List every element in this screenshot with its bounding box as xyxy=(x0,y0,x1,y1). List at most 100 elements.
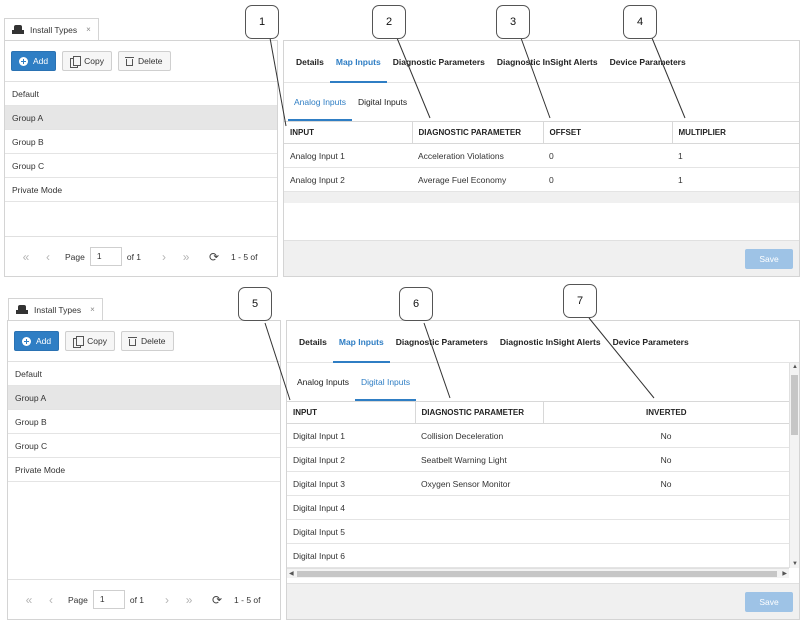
digital-inputs-grid: INPUT DIAGNOSTIC PARAMETER INVERTED Digi… xyxy=(287,401,789,568)
table-row[interactable]: Digital Input 5 xyxy=(287,519,789,544)
cell-multiplier[interactable]: 1 xyxy=(672,167,799,192)
page-input[interactable]: 1 xyxy=(89,247,122,266)
tab-diagnostic-parameters[interactable]: Diagnostic Parameters xyxy=(390,321,494,363)
chevron-right-icon[interactable]: › xyxy=(153,250,175,264)
list-item-default[interactable]: Default xyxy=(5,82,277,106)
list-item-group-a[interactable]: Group A xyxy=(5,106,277,130)
cell-input: Digital Input 1 xyxy=(287,423,415,448)
table-row[interactable]: Digital Input 4 xyxy=(287,495,789,520)
copy-button[interactable]: Copy xyxy=(62,51,112,71)
column-header-offset[interactable]: OFFSET xyxy=(543,121,673,144)
close-icon[interactable]: × xyxy=(86,25,91,34)
cell-diagnostic-parameter[interactable]: Seatbelt Warning Light xyxy=(415,447,543,472)
column-header-input[interactable]: INPUT xyxy=(287,401,416,424)
cell-diagnostic-parameter[interactable] xyxy=(415,519,543,544)
cell-diagnostic-parameter[interactable] xyxy=(415,543,543,568)
column-header-diagnostic-parameter[interactable]: DIAGNOSTIC PARAMETER xyxy=(412,121,544,144)
tab-details[interactable]: Details xyxy=(293,321,333,363)
horizontal-scrollbar[interactable]: ◀ ▶ xyxy=(287,568,789,578)
tab-diagnostic-insight-alerts[interactable]: Diagnostic InSight Alerts xyxy=(491,41,604,83)
detail-tabs: Details Map Inputs Diagnostic Parameters… xyxy=(284,41,799,83)
double-chevron-left-icon[interactable]: « xyxy=(15,250,37,264)
list-item-private-mode[interactable]: Private Mode xyxy=(5,178,277,202)
cell-diagnostic-parameter[interactable]: Collision Deceleration xyxy=(415,423,543,448)
cell-multiplier[interactable]: 1 xyxy=(672,143,799,168)
tab-device-parameters[interactable]: Device Parameters xyxy=(604,41,692,83)
subtab-digital-inputs[interactable]: Digital Inputs xyxy=(354,363,417,401)
list-item-group-c[interactable]: Group C xyxy=(5,154,277,178)
cell-inverted[interactable]: No xyxy=(543,471,789,496)
table-row[interactable]: Analog Input 1 Acceleration Violations 0… xyxy=(284,143,799,168)
list-item-default[interactable]: Default xyxy=(8,362,280,386)
cell-inverted[interactable]: No xyxy=(543,423,789,448)
delete-button[interactable]: Delete xyxy=(120,331,174,351)
table-row[interactable]: Digital Input 6 xyxy=(287,543,789,568)
cell-diagnostic-parameter[interactable]: Acceleration Violations xyxy=(412,143,543,168)
cell-diagnostic-parameter[interactable]: Oxygen Sensor Monitor xyxy=(415,471,543,496)
chevron-right-icon[interactable]: › xyxy=(156,593,178,607)
cell-offset[interactable]: 0 xyxy=(543,167,672,192)
detail-tabs: Details Map Inputs Diagnostic Parameters… xyxy=(287,321,799,363)
refresh-icon[interactable]: ⟳ xyxy=(206,593,228,607)
refresh-icon[interactable]: ⟳ xyxy=(203,250,225,264)
scroll-up-icon[interactable]: ▲ xyxy=(792,364,798,370)
chevron-left-icon[interactable]: ‹ xyxy=(37,250,59,264)
scrollbar-thumb[interactable] xyxy=(791,375,798,435)
tab-map-inputs[interactable]: Map Inputs xyxy=(329,41,387,83)
table-row[interactable]: Digital Input 3 Oxygen Sensor Monitor No xyxy=(287,471,789,496)
double-chevron-right-icon[interactable]: » xyxy=(178,593,200,607)
column-header-inverted[interactable]: INVERTED xyxy=(543,401,789,424)
delete-button[interactable]: Delete xyxy=(117,51,171,71)
cell-diagnostic-parameter[interactable]: Average Fuel Economy xyxy=(412,167,543,192)
list-item-private-mode[interactable]: Private Mode xyxy=(8,458,280,482)
detail-footer: Save xyxy=(284,240,799,276)
install-types-tab[interactable]: Install Types × xyxy=(8,298,103,320)
scrollbar-thumb[interactable] xyxy=(297,571,777,577)
subtab-analog-inputs[interactable]: Analog Inputs xyxy=(291,363,355,401)
double-chevron-left-icon[interactable]: « xyxy=(18,593,40,607)
callout-2: 2 xyxy=(372,5,406,39)
list-item-group-a[interactable]: Group A xyxy=(8,386,280,410)
add-button[interactable]: Add xyxy=(11,51,57,71)
subtab-analog-inputs[interactable]: Analog Inputs xyxy=(288,83,352,121)
add-button[interactable]: Add xyxy=(14,331,60,351)
cell-diagnostic-parameter[interactable] xyxy=(415,495,543,520)
copy-label: Copy xyxy=(84,56,104,66)
cell-inverted[interactable] xyxy=(543,519,789,544)
save-button[interactable]: Save xyxy=(745,249,793,269)
scroll-right-icon[interactable]: ▶ xyxy=(782,570,787,577)
column-header-multiplier[interactable]: MULTIPLIER xyxy=(672,121,799,144)
tab-map-inputs[interactable]: Map Inputs xyxy=(332,321,390,363)
list-item-group-b[interactable]: Group B xyxy=(5,130,277,154)
double-chevron-right-icon[interactable]: » xyxy=(175,250,197,264)
cell-offset[interactable]: 0 xyxy=(543,143,672,168)
table-row[interactable]: Analog Input 2 Average Fuel Economy 0 1 xyxy=(284,167,799,192)
save-button[interactable]: Save xyxy=(745,592,793,612)
chevron-left-icon[interactable]: ‹ xyxy=(40,593,62,607)
vertical-scrollbar[interactable]: ▲ ▼ xyxy=(789,363,799,568)
table-row[interactable]: Digital Input 2 Seatbelt Warning Light N… xyxy=(287,447,789,472)
cell-inverted[interactable] xyxy=(543,543,789,568)
close-icon[interactable]: × xyxy=(90,305,95,314)
list-item-group-b[interactable]: Group B xyxy=(8,410,280,434)
install-types-tab[interactable]: Install Types × xyxy=(4,18,99,40)
tab-diagnostic-parameters[interactable]: Diagnostic Parameters xyxy=(387,41,491,83)
table-row[interactable]: Digital Input 1 Collision Deceleration N… xyxy=(287,423,789,448)
callout-3: 3 xyxy=(496,5,530,39)
column-header-input[interactable]: INPUT xyxy=(284,121,413,144)
page-input[interactable]: 1 xyxy=(92,590,125,609)
tab-diagnostic-insight-alerts[interactable]: Diagnostic InSight Alerts xyxy=(494,321,607,363)
callout-5: 5 xyxy=(238,287,272,321)
add-label: Add xyxy=(33,56,49,66)
cell-inverted[interactable] xyxy=(543,495,789,520)
list-item-group-c[interactable]: Group C xyxy=(8,434,280,458)
tab-device-parameters[interactable]: Device Parameters xyxy=(607,321,695,363)
cell-inverted[interactable]: No xyxy=(543,447,789,472)
panel-digital-inputs: Install Types × Add Copy Delete Default … xyxy=(0,296,803,622)
scroll-left-icon[interactable]: ◀ xyxy=(289,570,294,577)
subtab-digital-inputs[interactable]: Digital Inputs xyxy=(352,83,413,121)
tab-details[interactable]: Details xyxy=(290,41,330,83)
copy-button[interactable]: Copy xyxy=(65,331,115,351)
column-header-diagnostic-parameter[interactable]: DIAGNOSTIC PARAMETER xyxy=(415,401,544,424)
scroll-down-icon[interactable]: ▼ xyxy=(792,561,798,567)
